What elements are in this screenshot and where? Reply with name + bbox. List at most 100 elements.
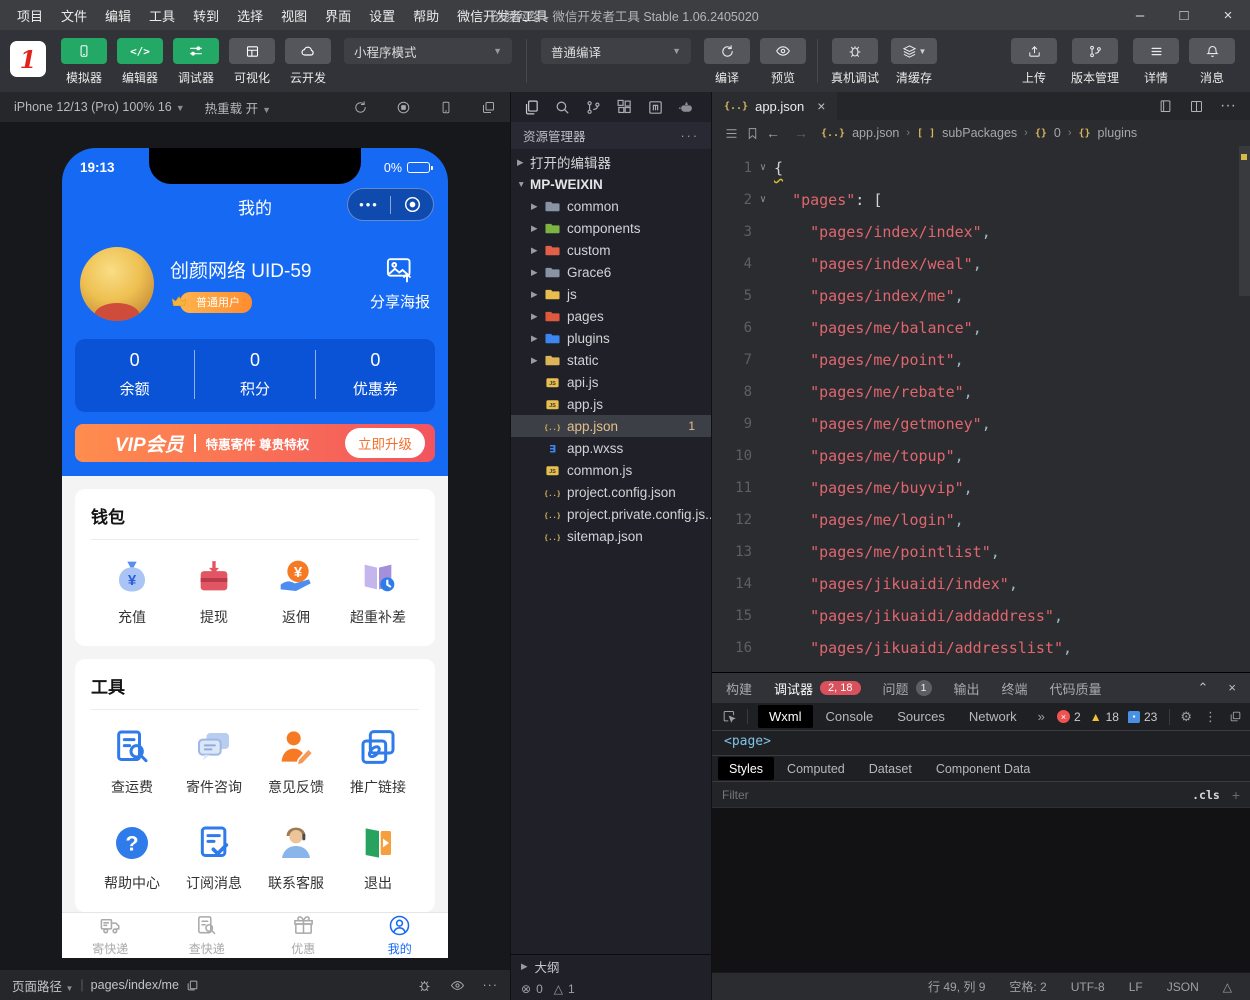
grid-item[interactable]: 意见反馈 [255,710,337,806]
styles-tab-styles[interactable]: Styles [718,757,774,780]
teapot-icon[interactable] [678,99,695,116]
panel-tab-构建[interactable]: 构建 [726,679,752,698]
menu-item[interactable]: 文件 [52,6,96,25]
language-mode[interactable]: JSON [1167,980,1199,994]
share-poster-button[interactable]: 分享海报 [370,256,430,312]
grid-item[interactable]: 寄件咨询 [173,710,255,806]
code-line[interactable]: 8 "pages/me/rebate", [712,376,1250,408]
simulator-button[interactable]: 模拟器 [56,38,112,86]
grid-item[interactable]: ?帮助中心 [91,806,173,902]
encoding[interactable]: UTF-8 [1071,980,1105,994]
tree-item[interactable]: ▶pages [511,305,711,327]
grid-item[interactable]: 订阅消息 [173,806,255,902]
editor-scrollbar[interactable] [1239,146,1250,296]
menu-item[interactable]: 工具 [140,6,184,25]
device-select[interactable]: iPhone 12/13 (Pro) 100% 16▼ [14,100,185,114]
close-capsule-icon[interactable] [391,195,433,214]
tree-item[interactable]: JSapi.js [511,371,711,393]
close-button[interactable]: × [1206,0,1250,30]
menu-item[interactable]: 界面 [316,6,360,25]
more-icon[interactable]: ··· [483,978,499,992]
code-line[interactable]: 5 "pages/index/me", [712,280,1250,312]
maximize-button[interactable]: □ [1162,0,1206,30]
version-control-button[interactable]: 版本管理 [1062,38,1128,86]
code-line[interactable]: 9 "pages/me/getmoney", [712,408,1250,440]
outline-list-icon[interactable] [724,126,739,141]
styles-tab-computed[interactable]: Computed [776,757,856,780]
search-icon[interactable] [554,99,571,116]
tabbar-item-person[interactable]: 我的 [352,913,449,958]
copy-icon[interactable] [186,979,199,992]
tree-item[interactable]: ▶Grace6 [511,261,711,283]
code-line[interactable]: 3 "pages/index/index", [712,216,1250,248]
multi-window-icon[interactable] [481,100,496,115]
hot-reload-toggle[interactable]: 热重载 开▼ [205,98,271,117]
tab-app-json[interactable]: {..} app.json × [712,92,837,120]
dock-side-icon[interactable] [1229,710,1242,723]
upgrade-button[interactable]: 立即升级 [345,428,425,458]
breadcrumb[interactable]: ←→ {..} app.json › [ ] subPackages › {} … [712,120,1250,146]
tabbar-item-gift[interactable]: 优惠 [255,913,352,958]
grid-item[interactable]: 退出 [337,806,419,902]
menu-item[interactable]: 转到 [184,6,228,25]
grid-item[interactable]: ¥充值 [91,540,173,636]
visualize-button[interactable]: 可视化 [224,38,280,86]
menu-item[interactable]: 项目 [8,6,52,25]
project-root-row[interactable]: ▼MP-WEIXIN [511,173,711,195]
open-editors-row[interactable]: ▶打开的编辑器 [511,151,711,173]
tree-item[interactable]: ▶components [511,217,711,239]
menu-item[interactable]: 帮助 [404,6,448,25]
more-actions-icon[interactable]: ··· [681,129,700,143]
devtools-tab-wxml[interactable]: Wxml [758,705,813,728]
tree-item[interactable]: ▶custom [511,239,711,261]
new-rule-icon[interactable]: + [1232,787,1240,803]
message-count[interactable]: ▪23 [1128,710,1157,724]
warning-count[interactable]: ▲18 [1090,710,1119,724]
mode-select[interactable]: 小程序模式 ▼ [344,38,512,64]
code-line[interactable]: 6 "pages/me/balance", [712,312,1250,344]
more-dots-icon[interactable]: ••• [348,200,390,210]
stat-points[interactable]: 0 积分 [194,350,314,399]
grid-item[interactable]: 推广链接 [337,710,419,806]
npm-icon[interactable] [647,99,664,116]
rotate-icon[interactable] [353,100,368,115]
code-line[interactable]: 12 "pages/me/login", [712,504,1250,536]
menu-item[interactable]: 设置 [360,6,404,25]
back-arrow-icon[interactable]: ← [766,125,780,141]
menu-item[interactable]: 视图 [272,6,316,25]
code-line[interactable]: 11 "pages/me/buyvip", [712,472,1250,504]
menu-item[interactable]: 编辑 [96,6,140,25]
error-count[interactable]: ×2 [1057,710,1081,724]
collapse-panel-icon[interactable]: ⌃ [1198,680,1209,696]
tree-item[interactable]: ▶common [511,195,711,217]
cloud-dev-button[interactable]: 云开发 [280,38,336,86]
cls-toggle[interactable]: .cls [1192,788,1220,802]
details-button[interactable]: 详情 [1128,38,1184,86]
tree-item[interactable]: {..}sitemap.json [511,525,711,547]
more-tabs-icon[interactable]: » [1030,709,1053,724]
explorer-problems-bar[interactable]: ⊗ 0 △ 1 [511,978,711,1000]
panel-tab-调试器[interactable]: 调试器2, 18 [774,679,860,698]
code-line[interactable]: 4 "pages/index/weal", [712,248,1250,280]
messages-button[interactable]: 消息 [1184,38,1240,86]
real-device-debug-button[interactable]: 真机调试 [824,38,886,86]
panel-tab-输出[interactable]: 输出 [954,679,980,698]
record-stop-icon[interactable] [396,100,411,115]
panel-tab-问题[interactable]: 问题1 [883,679,932,698]
device-frame-icon[interactable] [439,100,453,115]
styles-tab-dataset[interactable]: Dataset [858,757,923,780]
tree-item[interactable]: JSapp.js [511,393,711,415]
code-line[interactable]: 14 "pages/jikuaidi/index", [712,568,1250,600]
grid-item[interactable]: 查运费 [91,710,173,806]
close-panel-icon[interactable]: × [1228,680,1236,696]
menu-item[interactable]: 选择 [228,6,272,25]
stat-coupons[interactable]: 0 优惠券 [315,350,435,399]
tree-item[interactable]: {..}project.config.json [511,481,711,503]
eol[interactable]: LF [1129,980,1143,994]
editor-button[interactable]: </> 编辑器 [112,38,168,86]
compile-button[interactable]: 编译 [699,38,755,86]
tree-item[interactable]: {..}app.json1 [511,415,711,437]
wxml-element-preview[interactable]: <page> [712,731,1250,755]
eye-icon[interactable] [450,978,465,993]
kebab-menu-icon[interactable]: ⋮ [1204,709,1217,725]
